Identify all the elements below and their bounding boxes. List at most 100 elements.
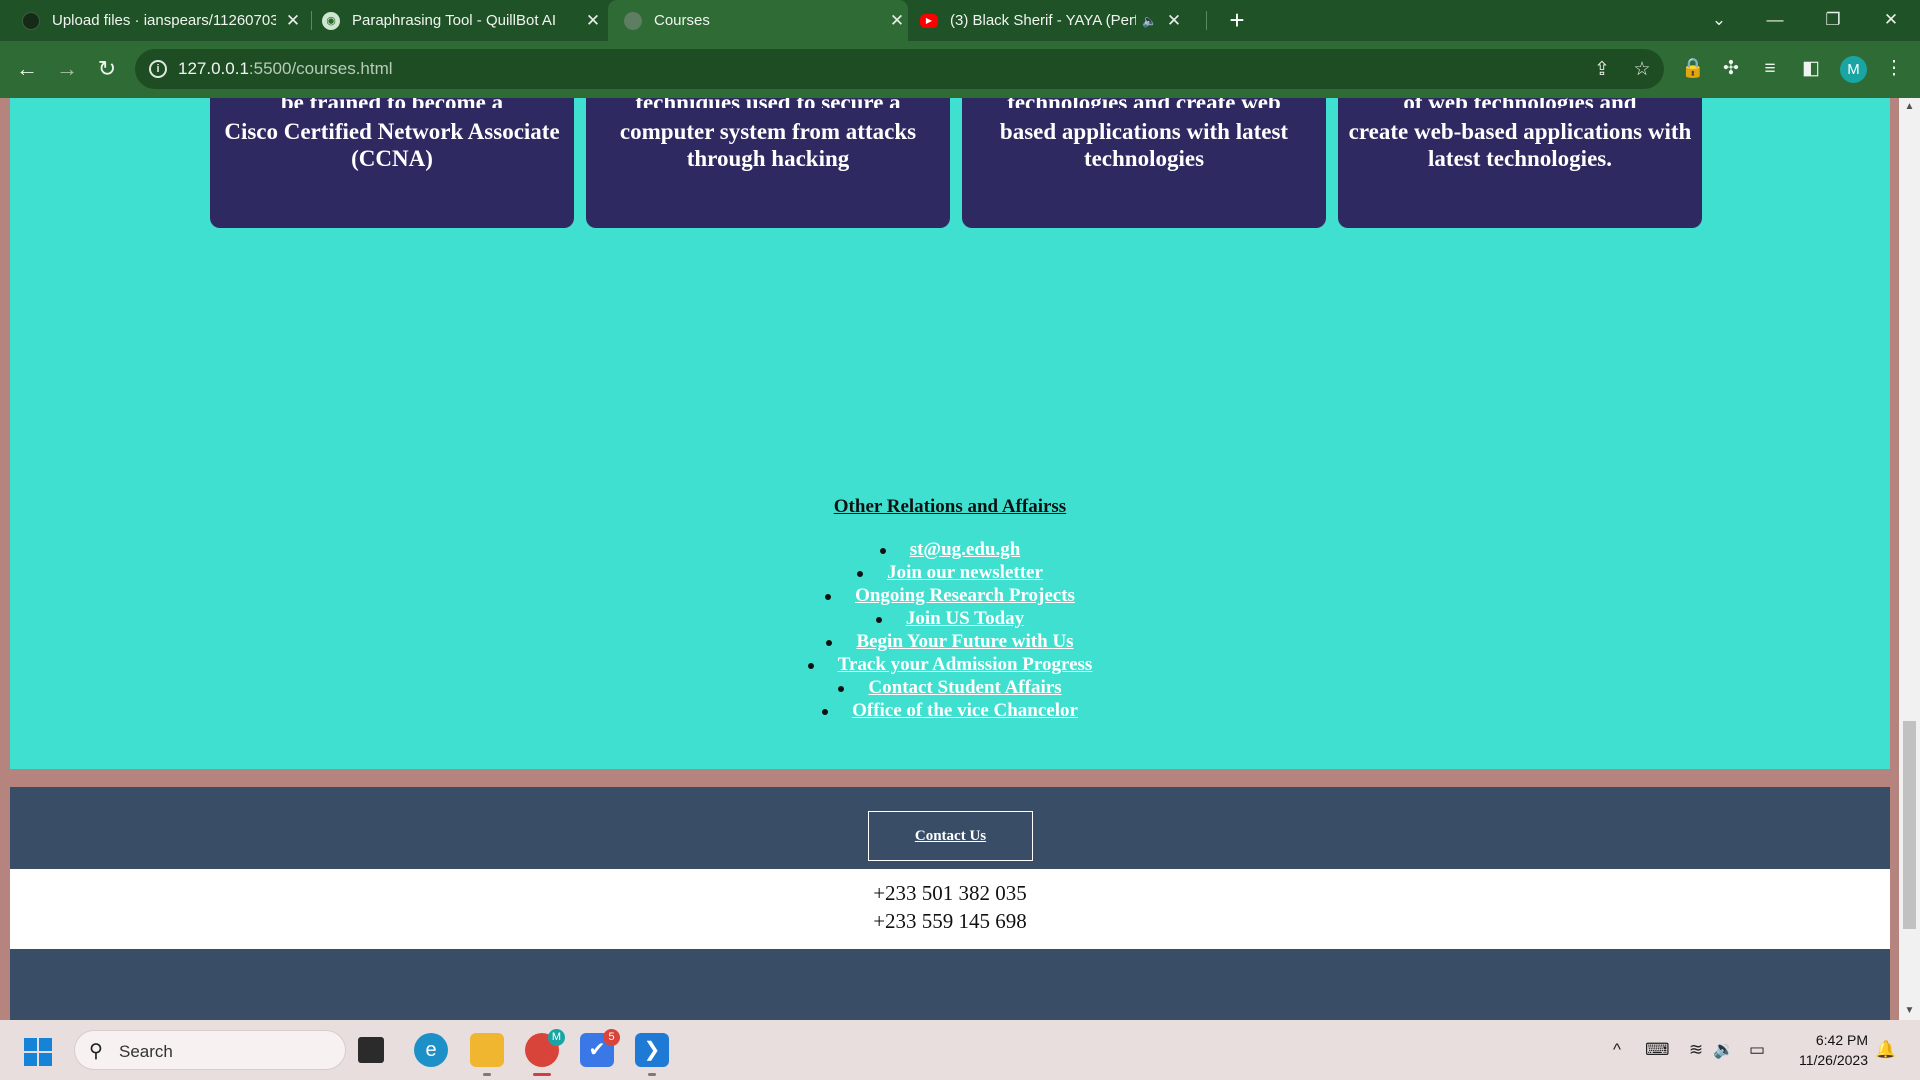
- vice-chancelor-link[interactable]: Office of the vice Chancelor: [852, 700, 1078, 721]
- new-tab-button[interactable]: +: [1222, 6, 1252, 36]
- chrome-profile-badge: M: [548, 1029, 565, 1046]
- taskbar-search-box[interactable]: ⚲ Search: [74, 1030, 346, 1070]
- newsletter-link[interactable]: Join our newsletter: [887, 562, 1043, 583]
- clock-date: 11/26/2023: [1798, 1052, 1868, 1068]
- admission-progress-link[interactable]: Track your Admission Progress: [838, 654, 1093, 675]
- close-tab-icon[interactable]: ✕: [1163, 11, 1185, 31]
- phone-numbers: +233 501 382 035 +233 559 145 698: [10, 869, 1890, 949]
- courses-section: be trained to become a Cisco Certified N…: [10, 98, 1890, 769]
- volume-icon[interactable]: 🔉: [1712, 1040, 1736, 1060]
- extensions-puzzle-icon[interactable]: ✣: [1718, 56, 1744, 82]
- youtube-icon: ▶: [920, 13, 938, 28]
- tab-title: Paraphrasing Tool - QuillBot AI: [352, 12, 557, 29]
- relations-link-list: st@ug.edu.gh Join our newsletter Ongoing…: [10, 538, 1890, 722]
- notification-bell-icon[interactable]: 🔔: [1874, 1040, 1898, 1060]
- windows-start-icon[interactable]: [24, 1038, 52, 1066]
- restore-button[interactable]: ❐: [1810, 0, 1856, 41]
- battery-icon[interactable]: ▭: [1745, 1040, 1769, 1060]
- list-item: Begin Your Future with Us: [10, 630, 1890, 653]
- bullet-icon: [825, 593, 832, 600]
- keyboard-icon[interactable]: ⌨: [1645, 1040, 1670, 1060]
- close-tab-icon[interactable]: ✕: [582, 11, 604, 31]
- tab-quillbot[interactable]: ◉ Paraphrasing Tool - QuillBot AI ✕: [322, 0, 604, 41]
- course-card-web-tech[interactable]: of web technologies and create web-based…: [1338, 98, 1702, 228]
- list-item: st@ug.edu.gh: [10, 538, 1890, 561]
- extension-lock-icon[interactable]: 🔒: [1680, 56, 1706, 82]
- course-card-web-apps[interactable]: technologies and create web based applic…: [962, 98, 1326, 228]
- tab-strip: Upload files · ianspears/112607033 ✕ ◉ P…: [0, 0, 1920, 41]
- tab-title: (3) Black Sherif - YAYA (Performance): [950, 12, 1136, 29]
- windows-taskbar: ⚲ Search e M ✔ 5 ❯ ^ ⌨ ≋ 🔉 ▭ 6:42 PM 11/…: [0, 1020, 1920, 1080]
- bullet-icon: [875, 616, 882, 623]
- close-tab-icon[interactable]: ✕: [886, 11, 908, 31]
- task-view-icon[interactable]: [358, 1037, 384, 1063]
- list-item: Ongoing Research Projects: [10, 584, 1890, 607]
- page-scrollbar[interactable]: ▲ ▼: [1899, 98, 1920, 1020]
- tab-separator: [311, 11, 312, 30]
- url-text[interactable]: 127.0.0.1:5500/courses.html: [178, 59, 393, 79]
- tab-youtube[interactable]: ▶ (3) Black Sherif - YAYA (Performance) …: [920, 0, 1198, 41]
- github-icon: [22, 11, 40, 30]
- other-relations-section: Other Relations and Affairss st@ug.edu.g…: [10, 496, 1890, 722]
- url-host: 127.0.0.1: [178, 59, 249, 78]
- tab-separator: [1206, 11, 1207, 30]
- share-icon[interactable]: ⇪: [1591, 59, 1613, 81]
- bookmark-star-icon[interactable]: ☆: [1631, 59, 1653, 81]
- wifi-icon[interactable]: ≋: [1684, 1040, 1708, 1060]
- address-bar[interactable]: i 127.0.0.1:5500/courses.html ⇪ ☆: [135, 49, 1664, 89]
- menu-kebab-icon[interactable]: ⋮: [1881, 56, 1907, 82]
- minimize-button[interactable]: —: [1752, 0, 1798, 41]
- media-queue-icon[interactable]: ≡: [1757, 56, 1783, 82]
- list-item: Track your Admission Progress: [10, 653, 1890, 676]
- file-explorer-icon[interactable]: [470, 1033, 504, 1076]
- card-text-partial: technologies and create web: [962, 98, 1326, 108]
- card-text-partial: be trained to become a: [210, 98, 574, 108]
- phone-number: +233 559 145 698: [873, 909, 1027, 933]
- card-text: Cisco Certified Network Associate (CCNA): [224, 119, 560, 171]
- side-panel-icon[interactable]: ◧: [1798, 56, 1824, 82]
- card-text: create web-based applications with lates…: [1348, 119, 1692, 171]
- back-arrow-icon[interactable]: ←: [13, 55, 41, 83]
- chrome-icon[interactable]: M: [525, 1029, 565, 1076]
- bullet-icon: [838, 685, 845, 692]
- profile-avatar[interactable]: M: [1840, 56, 1867, 83]
- student-affairs-link[interactable]: Contact Student Affairs: [868, 677, 1061, 698]
- vscode-icon[interactable]: ❯: [635, 1033, 669, 1076]
- tab-courses[interactable]: Courses ✕: [608, 0, 908, 41]
- edge-icon[interactable]: e: [414, 1033, 448, 1067]
- list-item: Office of the vice Chancelor: [10, 699, 1890, 722]
- bullet-icon: [807, 662, 814, 669]
- course-card-ccna[interactable]: be trained to become a Cisco Certified N…: [210, 98, 574, 228]
- research-projects-link[interactable]: Ongoing Research Projects: [855, 585, 1075, 606]
- show-hidden-icons-chevron-icon[interactable]: ^: [1605, 1040, 1629, 1060]
- speaker-icon[interactable]: 🔈: [1142, 14, 1157, 28]
- list-item: Join our newsletter: [10, 561, 1890, 584]
- system-clock[interactable]: 6:42 PM 11/26/2023: [1786, 1030, 1868, 1070]
- bullet-icon: [822, 708, 829, 715]
- bullet-icon: [857, 570, 864, 577]
- join-us-link[interactable]: Join US Today: [906, 608, 1024, 629]
- url-path: :5500/courses.html: [248, 59, 393, 78]
- forward-arrow-icon[interactable]: →: [53, 55, 81, 83]
- scrollbar-thumb[interactable]: [1903, 721, 1916, 929]
- begin-future-link[interactable]: Begin Your Future with Us: [856, 631, 1073, 652]
- quillbot-icon: ◉: [322, 11, 340, 30]
- todo-notification-badge: 5: [603, 1029, 620, 1046]
- reload-icon[interactable]: ↻: [93, 55, 121, 83]
- search-icon: ⚲: [89, 1041, 103, 1062]
- scroll-up-arrow-icon[interactable]: ▲: [1899, 98, 1920, 116]
- card-text: computer system from attacks through hac…: [619, 119, 917, 171]
- page-viewport: be trained to become a Cisco Certified N…: [0, 98, 1920, 1020]
- site-info-icon[interactable]: i: [149, 60, 167, 78]
- tab-upload-files[interactable]: Upload files · ianspears/112607033 ✕: [22, 0, 304, 41]
- globe-icon: [624, 11, 642, 30]
- todo-icon[interactable]: ✔ 5: [580, 1029, 620, 1067]
- close-window-button[interactable]: ✕: [1868, 0, 1914, 41]
- email-link[interactable]: st@ug.edu.gh: [910, 539, 1021, 560]
- card-text: based applications with latest technolog…: [999, 119, 1289, 171]
- scroll-down-arrow-icon[interactable]: ▼: [1899, 1002, 1920, 1020]
- contact-us-button[interactable]: Contact Us: [868, 811, 1033, 861]
- close-tab-icon[interactable]: ✕: [282, 11, 304, 31]
- tab-search-chevron-icon[interactable]: ⌄: [1696, 0, 1742, 41]
- course-card-hacking[interactable]: techniques used to secure a computer sys…: [586, 98, 950, 228]
